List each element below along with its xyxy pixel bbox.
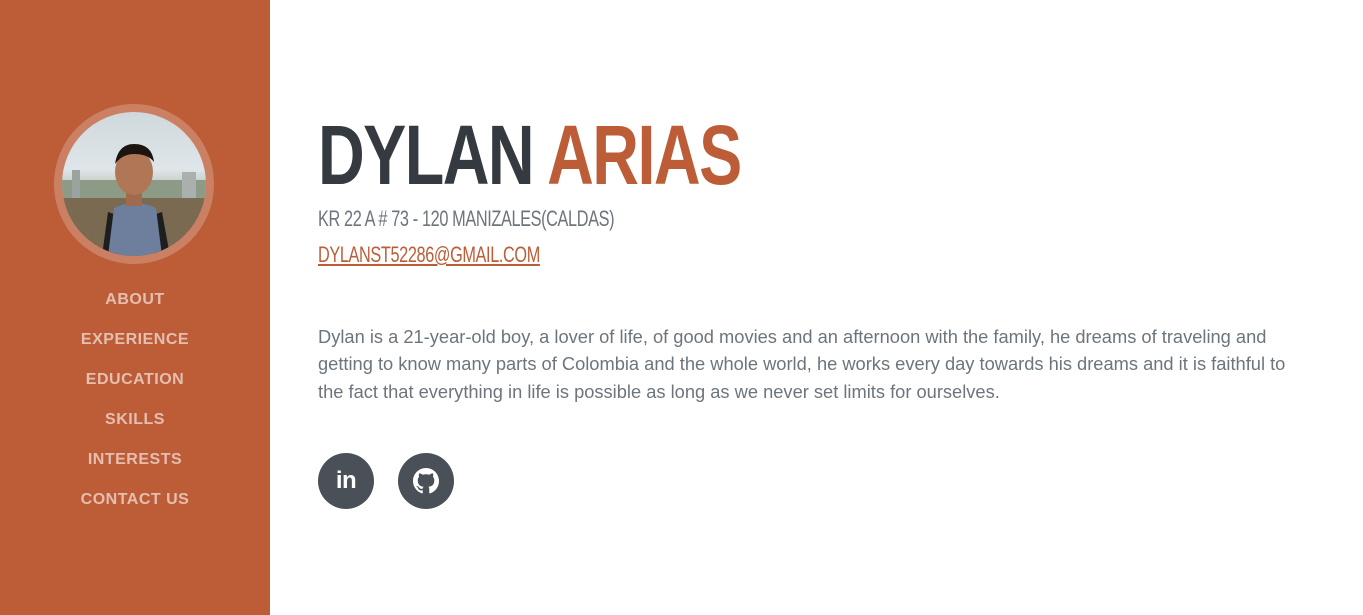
nav-item-skills: SKILLS (0, 408, 270, 448)
sidebar: ABOUT EXPERIENCE EDUCATION SKILLS INTERE… (0, 0, 270, 615)
nav-item-experience: EXPERIENCE (0, 328, 270, 368)
nav-link-experience[interactable]: EXPERIENCE (81, 328, 189, 352)
last-name: ARIAS (547, 108, 742, 202)
nav-link-skills[interactable]: SKILLS (105, 408, 165, 432)
nav-item-education: EDUCATION (0, 368, 270, 408)
nav-item-interests: INTERESTS (0, 448, 270, 488)
sidebar-nav: ABOUT EXPERIENCE EDUCATION SKILLS INTERE… (0, 288, 270, 528)
nav-item-about: ABOUT (0, 288, 270, 328)
first-name: DYLAN (318, 108, 535, 202)
profile-address: KR 22 A # 73 - 120 MANIZALES(CALDAS) (318, 206, 615, 231)
linkedin-icon: in (335, 467, 357, 494)
nav-link-education[interactable]: EDUCATION (86, 368, 184, 392)
profile-avatar (54, 104, 214, 264)
email-link[interactable]: DYLANST52286@GMAIL.COM (318, 242, 540, 268)
nav-link-about[interactable]: ABOUT (105, 288, 164, 312)
social-links: in (318, 453, 454, 509)
linkedin-button[interactable]: in (318, 453, 374, 509)
person-photo-illustration (62, 144, 206, 256)
profile-photo (62, 112, 206, 256)
github-button[interactable] (398, 453, 454, 509)
nav-item-contact-us: CONTACT US (0, 488, 270, 528)
profile-bio: Dylan is a 21-year-old boy, a lover of l… (318, 326, 1286, 402)
profile-name: DYLAN ARIAS (318, 108, 742, 202)
nav-link-contact-us[interactable]: CONTACT US (81, 488, 190, 512)
github-icon (413, 468, 439, 494)
nav-link-interests[interactable]: INTERESTS (88, 448, 182, 472)
